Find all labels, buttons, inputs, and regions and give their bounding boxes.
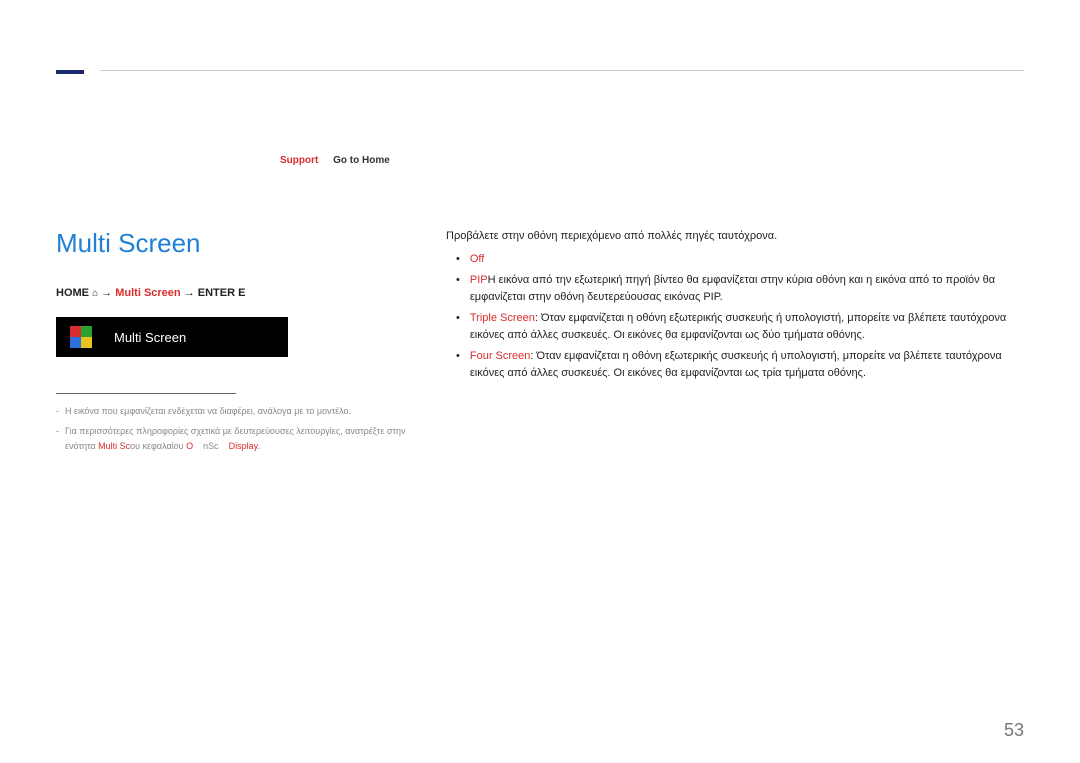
- home-icon: ⌂: [92, 288, 98, 299]
- footnote-1: - Η εικόνα που εμφανίζεται ενδέχεται να …: [56, 404, 426, 418]
- option-pip: PIPΗ εικόνα από την εξωτερική πηγή βίντε…: [456, 272, 1024, 306]
- multi-screen-icon: [70, 326, 92, 348]
- option-off: Off: [456, 251, 1024, 268]
- footnote-divider: [56, 393, 236, 394]
- nav-go-home[interactable]: Go to Home: [333, 155, 390, 166]
- menu-item-label: Multi Screen: [114, 330, 186, 345]
- footnote-2: - Για περισσότερες πληροφορίες σχετικά μ…: [56, 424, 426, 453]
- path-arrow: →: [101, 287, 112, 299]
- nav-support[interactable]: Support: [280, 155, 318, 166]
- option-four: Four Screen: Όταν εμφανίζεται η οθόνη εξ…: [456, 348, 1024, 382]
- path-enter: ENTER: [198, 287, 235, 299]
- menu-item-multi-screen: Multi Screen: [56, 317, 288, 357]
- path-arrow-2: →: [184, 287, 195, 299]
- menu-path: HOME ⌂ → Multi Screen → ENTER E: [56, 287, 426, 299]
- page-title: Multi Screen: [56, 228, 426, 259]
- enter-icon: E: [238, 287, 245, 299]
- path-home: HOME: [56, 287, 89, 299]
- intro-text: Προβάλετε στην οθόνη περιεχόμενο από πολ…: [446, 228, 1024, 245]
- breadcrumb: Support Go to Home: [280, 155, 390, 166]
- page-number: 53: [1004, 720, 1024, 741]
- header-divider: [100, 70, 1024, 71]
- path-multi-screen: Multi Screen: [115, 287, 180, 299]
- option-triple: Triple Screen: Όταν εμφανίζεται η οθόνη …: [456, 310, 1024, 344]
- accent-rule: [56, 70, 84, 74]
